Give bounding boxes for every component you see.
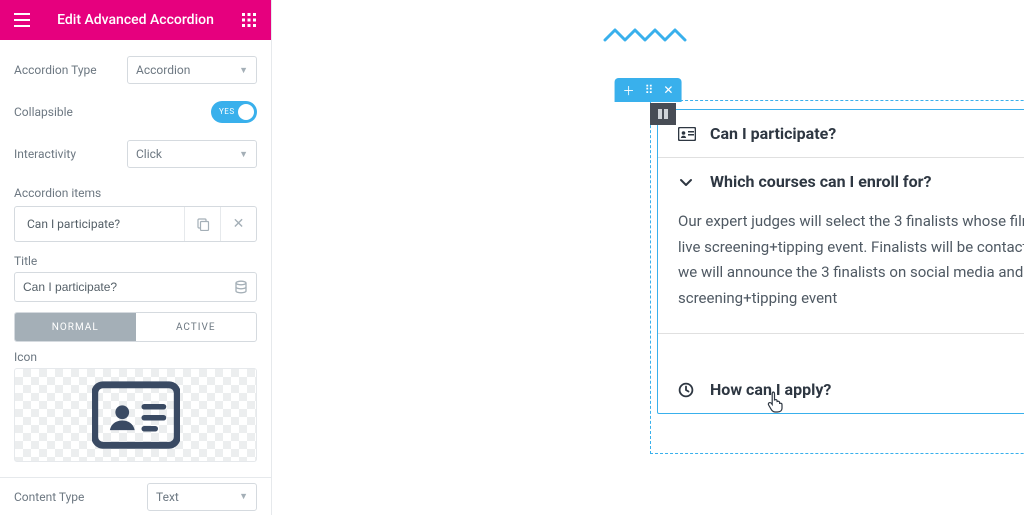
accordion-type-label: Accordion Type [14,63,127,77]
add-section-icon[interactable]: ＋ [623,82,635,99]
accordion-header[interactable]: Can I participate? [658,110,1024,157]
accordion-header[interactable]: Which courses can I enroll for? [658,158,1024,205]
title-input[interactable] [23,280,230,294]
editor-sidebar: Edit Advanced Accordion Accordion Type A… [0,0,272,515]
close-icon[interactable]: ✕ [220,207,256,241]
id-card-icon [678,127,696,141]
accordion-title: How can I apply? [710,380,831,399]
collapsible-toggle[interactable]: YES [211,101,257,123]
interactivity-label: Interactivity [14,147,127,161]
title-field-label: Title [14,254,257,268]
accordion-item: Can I participate? [658,110,1024,158]
duplicate-icon[interactable] [184,207,220,241]
accordion-content: Our expert judges will select the 3 fina… [658,205,1024,333]
tab-normal[interactable]: NORMAL [15,313,136,341]
content-type-select[interactable]: Text ▼ [147,483,257,511]
accordion-item: How can I apply? [658,366,1024,413]
column-handle-icon[interactable] [650,103,676,125]
section-handle: ＋ ⠿ ✕ [615,78,682,102]
divider-zigzag-icon [603,26,693,44]
accordion-type-select[interactable]: Accordion ▼ [127,56,257,84]
icon-preview[interactable] [14,368,257,462]
accordion-header[interactable]: How can I apply? [658,366,1024,413]
content-type-label: Content Type [14,490,147,504]
tab-active[interactable]: ACTIVE [136,313,257,341]
clock-icon [678,382,696,398]
interactivity-select[interactable]: Click ▼ [127,140,257,168]
accordion-items-label: Accordion items [14,186,257,200]
panel-title: Edit Advanced Accordion [34,12,237,28]
apps-icon[interactable] [237,13,261,27]
accordion-item-row[interactable]: Can I participate? ✕ [14,206,257,242]
state-tabs: NORMAL ACTIVE [14,312,257,342]
accordion-item-title: Can I participate? [15,217,184,231]
dynamic-tags-icon[interactable] [230,276,252,298]
sidebar-header: Edit Advanced Accordion [0,0,271,40]
drag-section-icon[interactable]: ⠿ [645,83,654,97]
section-wrapper[interactable]: Can I participate? Which courses can I e… [650,100,1024,454]
menu-icon[interactable] [10,13,34,27]
collapsible-label: Collapsible [14,105,211,119]
accordion-title: Can I participate? [710,124,836,143]
close-section-icon[interactable]: ✕ [663,83,673,97]
accordion-widget: Can I participate? Which courses can I e… [657,109,1024,414]
accordion-title: Which courses can I enroll for? [710,172,932,191]
chevron-down-icon [678,174,696,190]
chevron-down-icon: ▼ [239,149,248,160]
accordion-item: Which courses can I enroll for? Our expe… [658,158,1024,334]
icon-field-label: Icon [14,350,257,364]
chevron-down-icon: ▼ [239,491,248,502]
chevron-down-icon: ▼ [239,65,248,76]
preview-canvas: ＋ ⠿ ✕ Can I participate? [272,0,1024,515]
